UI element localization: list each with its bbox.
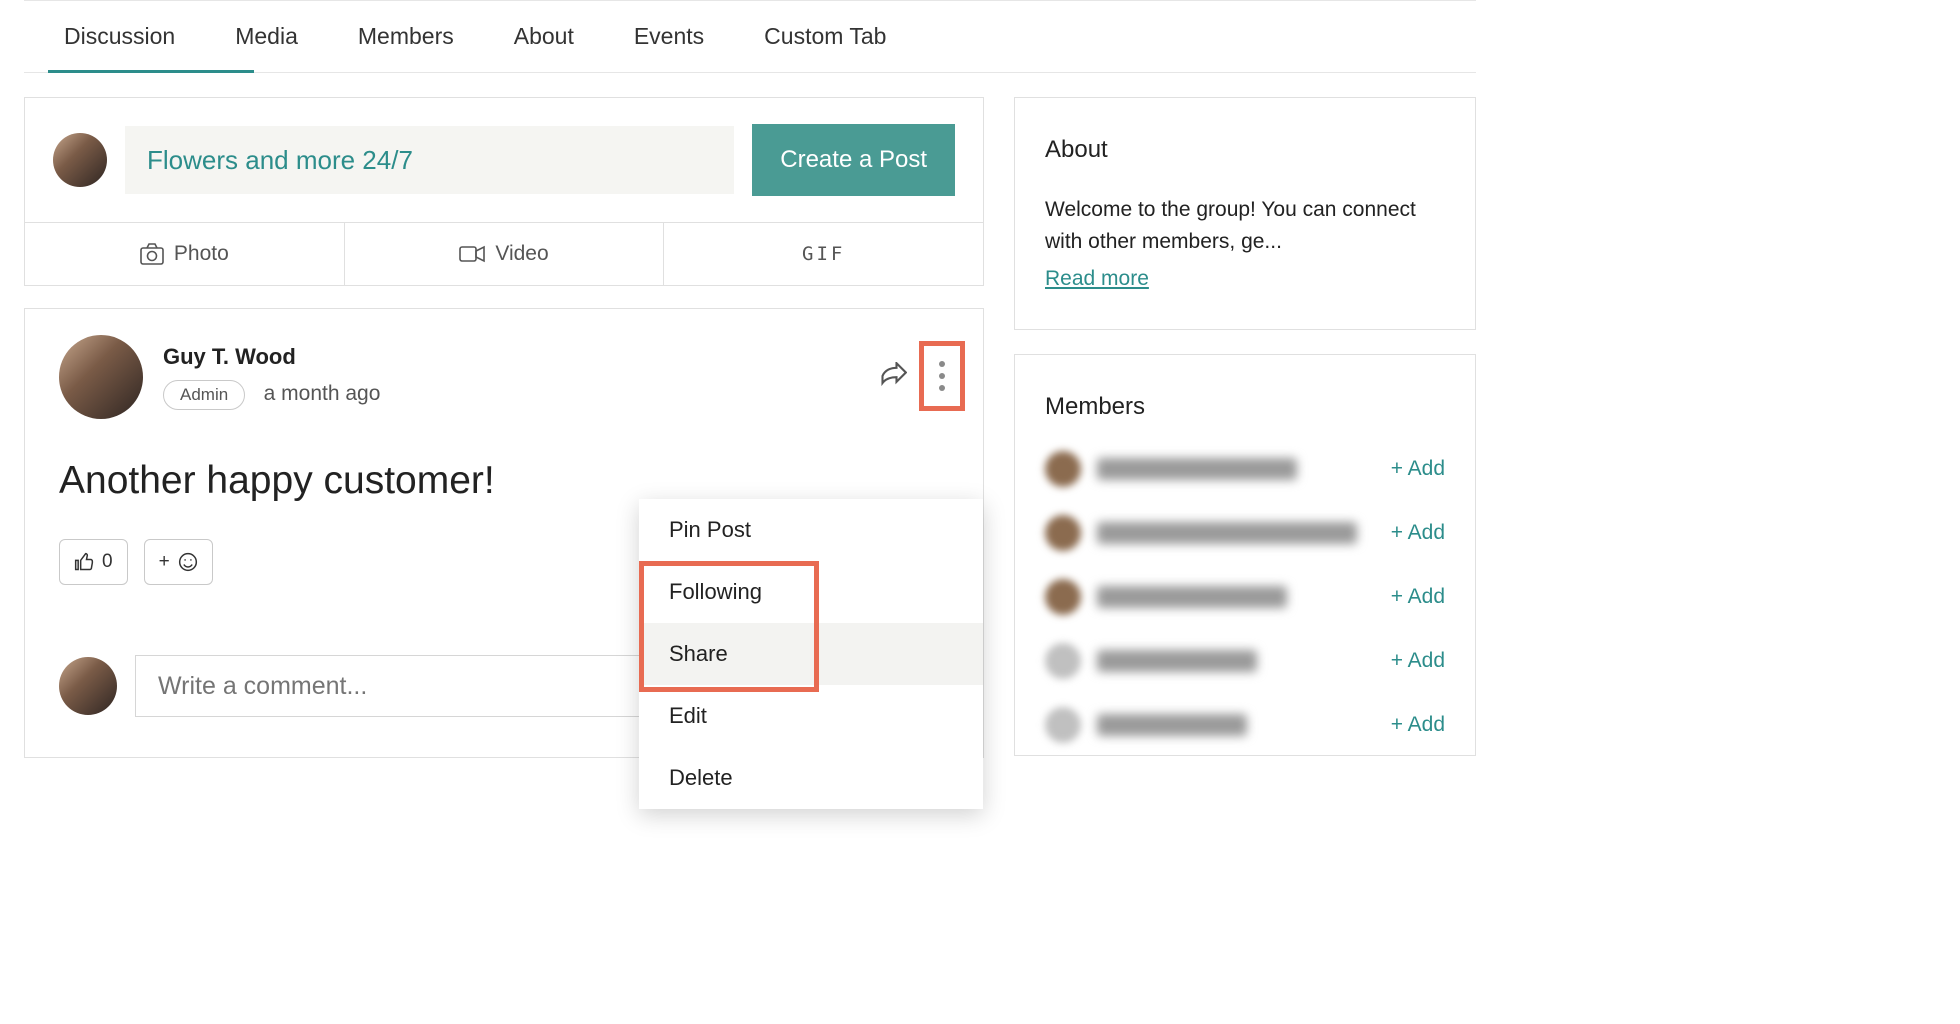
member-avatar	[1045, 579, 1081, 615]
about-text: Welcome to the group! You can connect wi…	[1045, 194, 1445, 257]
thumbs-up-icon	[74, 552, 94, 572]
attach-photo-button[interactable]: Photo	[25, 223, 345, 285]
member-avatar	[1045, 707, 1081, 743]
member-row: + Add	[1045, 707, 1445, 743]
about-read-more[interactable]: Read more	[1045, 267, 1149, 290]
group-tabs: Discussion Media Members About Events Cu…	[24, 1, 1476, 73]
about-title: About	[1045, 136, 1445, 164]
comment-avatar	[59, 657, 117, 715]
attach-photo-label: Photo	[174, 242, 229, 266]
member-add-button[interactable]: + Add	[1391, 457, 1445, 481]
attach-gif-button[interactable]: GIF	[664, 223, 983, 285]
member-add-button[interactable]: + Add	[1391, 585, 1445, 609]
member-name-blurred	[1097, 714, 1247, 736]
post-author-name[interactable]: Guy T. Wood	[163, 344, 380, 370]
more-button-highlight	[919, 341, 965, 411]
member-add-button[interactable]: + Add	[1391, 649, 1445, 673]
member-add-button[interactable]: + Add	[1391, 521, 1445, 545]
member-row: + Add	[1045, 515, 1445, 551]
tab-custom[interactable]: Custom Tab	[764, 23, 886, 50]
post-timestamp: a month ago	[264, 382, 381, 405]
attach-video-button[interactable]: Video	[345, 223, 665, 285]
create-post-button[interactable]: Create a Post	[752, 124, 955, 196]
members-title: Members	[1045, 393, 1445, 421]
members-card: Members + Add + Add + Add + Add	[1014, 354, 1476, 756]
member-name-blurred	[1097, 650, 1257, 672]
composer-input[interactable]	[125, 126, 734, 194]
post-more-menu: Pin Post Following Share Edit Delete	[639, 499, 983, 809]
member-name-blurred	[1097, 522, 1357, 544]
active-tab-underline	[48, 70, 254, 73]
post-composer: Create a Post Photo Video GIF	[24, 97, 984, 286]
tab-members[interactable]: Members	[358, 23, 454, 50]
menu-edit[interactable]: Edit	[639, 685, 983, 747]
gif-label: GIF	[802, 243, 845, 265]
camera-icon	[140, 243, 164, 265]
like-button[interactable]: 0	[59, 539, 128, 585]
menu-following[interactable]: Following	[639, 561, 983, 623]
member-avatar	[1045, 643, 1081, 679]
menu-pin-post[interactable]: Pin Post	[639, 499, 983, 561]
menu-share[interactable]: Share	[639, 623, 983, 685]
tab-discussion[interactable]: Discussion	[64, 23, 175, 50]
video-icon	[459, 244, 485, 264]
post-author-avatar[interactable]	[59, 335, 143, 419]
share-icon[interactable]	[879, 362, 907, 390]
like-count: 0	[102, 551, 113, 573]
tab-events[interactable]: Events	[634, 23, 704, 50]
member-row: + Add	[1045, 643, 1445, 679]
add-reaction-button[interactable]: +	[144, 539, 213, 585]
member-row: + Add	[1045, 451, 1445, 487]
member-name-blurred	[1097, 586, 1287, 608]
composer-avatar	[53, 133, 107, 187]
member-row: + Add	[1045, 579, 1445, 615]
menu-delete[interactable]: Delete	[639, 747, 983, 809]
member-add-button[interactable]: + Add	[1391, 713, 1445, 737]
tab-media[interactable]: Media	[235, 23, 298, 50]
smiley-icon	[178, 552, 198, 572]
member-avatar	[1045, 515, 1081, 551]
tab-about[interactable]: About	[514, 23, 574, 50]
post-more-button[interactable]	[927, 348, 957, 404]
post-body-text: Another happy customer!	[59, 459, 949, 503]
attach-video-label: Video	[495, 242, 548, 266]
post-author-badge: Admin	[163, 380, 245, 410]
plus-icon: +	[159, 551, 170, 573]
member-avatar	[1045, 451, 1081, 487]
about-card: About Welcome to the group! You can conn…	[1014, 97, 1476, 330]
member-name-blurred	[1097, 458, 1297, 480]
